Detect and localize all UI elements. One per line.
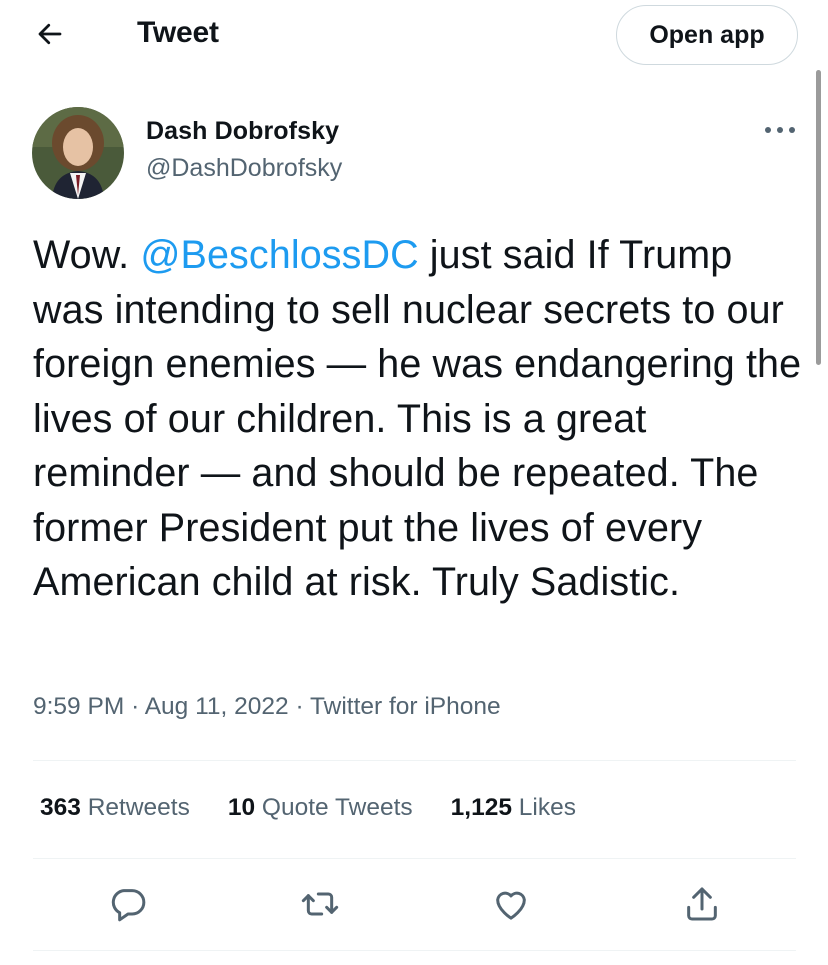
like-icon [491,884,531,929]
open-app-button[interactable]: Open app [616,5,798,65]
meta-separator: · [131,693,140,720]
quote-tweets-stat[interactable]: 10 Quote Tweets [228,794,413,822]
tweet-source[interactable]: Twitter for iPhone [310,693,501,720]
more-options-button[interactable] [760,116,800,146]
arrow-left-icon [35,19,65,54]
retweets-count: 363 [40,794,81,821]
retweets-label: Retweets [87,794,190,821]
tweet-meta: 9:59 PM · Aug 11, 2022 · Twitter for iPh… [33,693,501,721]
scrollbar[interactable] [816,70,821,365]
like-button[interactable] [485,880,537,932]
divider [33,858,796,859]
author-handle[interactable]: @DashDobrofsky [146,154,342,183]
page-title: Tweet [137,16,219,49]
top-bar: Tweet Open app [0,0,828,72]
reply-button[interactable] [102,880,154,932]
back-button[interactable] [30,16,70,56]
tweet-text: Wow. @BeschlossDC just said If Trump was… [33,228,803,610]
divider [33,950,796,951]
quotes-count: 10 [227,794,256,821]
reply-icon [108,884,148,929]
avatar[interactable] [32,107,124,199]
divider [33,760,796,761]
likes-label: Likes [518,794,576,821]
share-button[interactable] [676,880,728,932]
author-display-name[interactable]: Dash Dobrofsky [146,117,339,146]
likes-count: 1,125 [450,794,512,821]
mention-link[interactable]: @BeschlossDC [140,233,418,277]
engagement-stats: 363 Retweets 10 Quote Tweets 1,125 Likes [40,794,614,822]
more-icon [763,122,797,140]
tweet-time[interactable]: 9:59 PM [33,693,124,720]
likes-stat[interactable]: 1,125 Likes [451,794,576,822]
tweet-text-rest: just said If Trump was intending to sell… [33,233,802,604]
tweet-text-start: Wow. [33,233,141,277]
quotes-label: Quote Tweets [261,794,413,821]
retweet-icon [300,884,340,929]
tweet-date[interactable]: Aug 11, 2022 [145,693,289,720]
retweets-stat[interactable]: 363 Retweets [40,794,190,822]
meta-separator: · [295,693,304,720]
retweet-button[interactable] [294,880,346,932]
share-icon [682,884,722,929]
action-bar [0,880,828,940]
